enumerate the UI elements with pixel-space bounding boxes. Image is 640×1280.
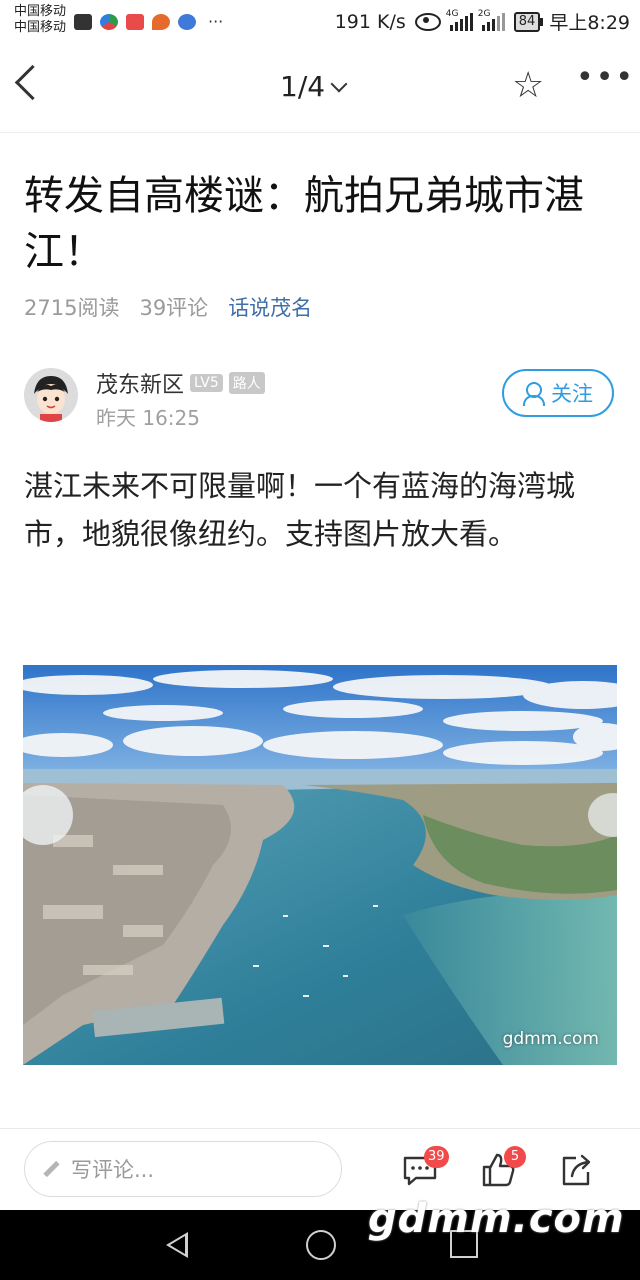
add-person-icon (523, 382, 545, 406)
post-time: 昨天 16:25 (96, 406, 200, 430)
page-indicator: 1/4 (280, 70, 326, 103)
comment-placeholder: 写评论... (71, 1158, 155, 1182)
net-speed: 191 K/s (334, 10, 406, 33)
like-button[interactable]: 5 (478, 1146, 526, 1190)
share-button[interactable] (556, 1150, 596, 1190)
like-count-badge: 5 (504, 1146, 526, 1168)
top-nav-bar: 1/4 ☆ ••• (0, 44, 640, 133)
carrier-1: 中国移动 (14, 4, 67, 19)
signal-1-icon: 4G (446, 9, 473, 31)
comment-count-badge: 39 (424, 1146, 449, 1168)
article-meta: 2715阅读 39评论 话说茂名 (24, 292, 312, 322)
avatar[interactable] (24, 368, 78, 422)
activity-icon (74, 13, 92, 30)
more-notifications-icon: ··· (208, 12, 224, 31)
location-icon (152, 13, 170, 30)
page-selector[interactable]: 1/4 (280, 70, 348, 103)
overlay-watermark: gdmm.com (368, 1196, 625, 1242)
notification-icons: ··· (74, 12, 223, 31)
eye-comfort-icon (414, 12, 441, 31)
network-2-type: 2G (477, 8, 491, 19)
clock: 早上8:29 (549, 12, 630, 34)
browser-icon (100, 13, 118, 30)
chevron-down-icon (330, 75, 348, 92)
status-right: 191 K/s 4G 2G 84 早上8:29 (335, 8, 630, 35)
rank-badge: 路人 (228, 372, 265, 394)
read-count: 2715阅读 (24, 296, 120, 320)
signal-2-icon: 2G (478, 9, 505, 31)
favorite-star-icon[interactable]: ☆ (512, 66, 544, 106)
share-icon (562, 1154, 591, 1186)
author-line: 茂东新区 LV5 路人 (96, 367, 265, 399)
carrier-info: 中国移动 中国移动 (14, 4, 66, 36)
pencil-icon (43, 1160, 61, 1178)
news-app-icon (126, 13, 144, 30)
network-1-type: 4G (445, 8, 459, 19)
author-name[interactable]: 茂东新区 (96, 367, 184, 399)
topic-link[interactable]: 话说茂名 (228, 292, 312, 322)
article-title: 转发自高楼谜：航拍兄弟城市湛江！ (24, 173, 584, 275)
system-back-icon-inner (170, 1236, 185, 1254)
carrier-2: 中国移动 (14, 20, 67, 35)
back-icon[interactable] (14, 64, 51, 101)
comment-count-text[interactable]: 39评论 (139, 292, 208, 322)
article-body: 湛江未来不可限量啊！一个有蓝海的海湾城市，地貌很像纽约。支持图片放大看。 (24, 469, 576, 551)
system-home-icon[interactable] (306, 1230, 336, 1260)
comments-button[interactable]: 39 (400, 1146, 449, 1190)
article-image[interactable]: gdmm.com (23, 665, 617, 1065)
image-watermark: gdmm.com (502, 1029, 599, 1049)
battery-icon: 84 (513, 11, 543, 32)
follow-label: 关注 (551, 382, 593, 406)
paw-icon (178, 13, 196, 30)
level-badge: LV5 (190, 374, 223, 392)
follow-button[interactable]: 关注 (502, 369, 614, 417)
comment-input[interactable]: 写评论... (24, 1141, 342, 1197)
more-options-icon[interactable]: ••• (576, 60, 635, 95)
